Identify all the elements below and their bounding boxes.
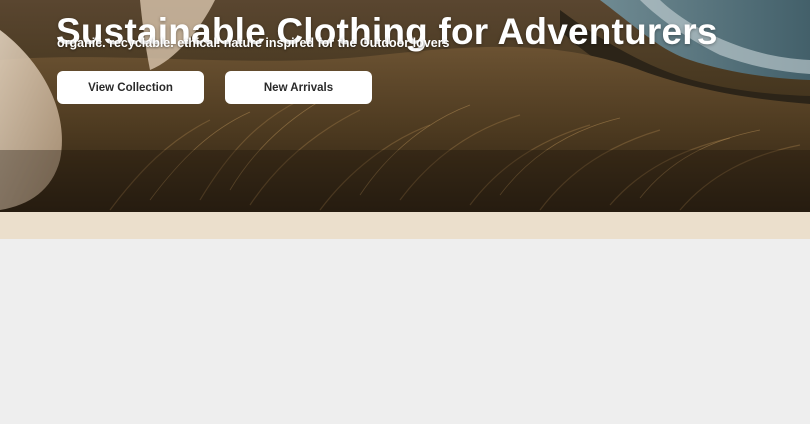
new-arrivals-button[interactable]: New Arrivals (225, 71, 372, 104)
page-content-area (0, 239, 810, 424)
section-divider-band (0, 212, 810, 239)
hero-subtitle: organic. recyclable. ethical. nature ins… (57, 36, 450, 50)
view-collection-button[interactable]: View Collection (57, 71, 204, 104)
hero-banner: Sustainable Clothing for Adventurers org… (0, 0, 810, 212)
